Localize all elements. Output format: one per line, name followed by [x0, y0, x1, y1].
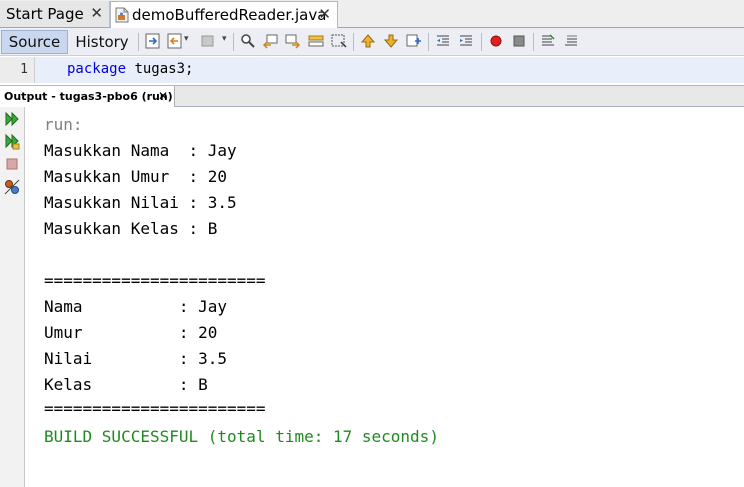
toolbar-divider	[428, 33, 429, 51]
tab-output[interactable]: Output - tugas3-pbo6 (run) ✕	[0, 86, 175, 107]
output-line: =======================	[44, 271, 266, 290]
output-line: Masukkan Kelas : B	[44, 219, 218, 238]
forward-dropdown-icon[interactable]: ▾	[222, 34, 227, 44]
rectangular-selection-icon[interactable]	[331, 33, 347, 49]
rerun-icon[interactable]	[3, 110, 21, 128]
tab-start-page-label: Start Page	[6, 5, 84, 23]
toolbar-divider	[138, 33, 139, 51]
output-sidebar	[0, 107, 25, 487]
uncomment-icon[interactable]	[563, 33, 579, 49]
java-file-icon	[115, 7, 129, 23]
package-keyword: package	[67, 61, 127, 77]
source-button[interactable]: Source	[1, 30, 68, 54]
toolbar-divider	[533, 33, 534, 51]
output-tab-label: Output - tugas3-pbo6 (run)	[4, 90, 173, 103]
find-previous-icon[interactable]	[262, 33, 278, 49]
output-line: Masukkan Umur : 20	[44, 167, 228, 186]
last-edit-icon[interactable]	[145, 33, 161, 49]
output-line: =======================	[44, 399, 266, 418]
package-name: tugas3;	[126, 61, 194, 77]
output-line: Kelas : B	[44, 375, 208, 394]
history-button[interactable]: History	[70, 30, 134, 54]
output-line: Nama : Jay	[44, 297, 228, 316]
build-status-line: BUILD SUCCESSFUL (total time: 17 seconds…	[44, 427, 439, 446]
close-icon[interactable]: ✕	[158, 89, 168, 103]
editor-tab-bar: Start Page ✕ demoBufferedReader.java ✕	[0, 0, 744, 28]
comment-icon[interactable]	[540, 33, 556, 49]
next-bookmark-icon[interactable]	[383, 33, 399, 49]
find-next-icon[interactable]	[285, 33, 301, 49]
toolbar-divider	[481, 33, 482, 51]
line-number-gutter: 1	[0, 57, 35, 83]
current-line[interactable]: package tugas3;	[35, 57, 744, 83]
back-dropdown-icon[interactable]: ▾	[184, 34, 189, 44]
close-icon[interactable]: ✕	[318, 5, 331, 23]
shift-left-icon[interactable]	[435, 33, 451, 49]
code-editor[interactable]: 1 package tugas3;	[0, 57, 744, 83]
line-number: 1	[20, 62, 28, 77]
find-icon[interactable]	[240, 33, 256, 49]
output-tab-bar: Output - tugas3-pbo6 (run) ✕	[0, 85, 744, 107]
output-line: Masukkan Nilai : 3.5	[44, 193, 237, 212]
toggle-highlight-icon[interactable]	[308, 33, 324, 49]
shift-right-icon[interactable]	[458, 33, 474, 49]
start-macro-recording-icon[interactable]	[488, 33, 504, 49]
toolbar-divider	[233, 33, 234, 51]
back-icon[interactable]	[167, 33, 183, 49]
output-line: Masukkan Nama : Jay	[44, 141, 237, 160]
output-line: Umur : 20	[44, 323, 218, 342]
close-icon[interactable]: ✕	[90, 4, 103, 22]
code-text: package tugas3;	[67, 61, 193, 77]
toolbar-divider	[353, 33, 354, 51]
settings-icon[interactable]	[3, 178, 21, 196]
stop-icon[interactable]	[3, 155, 21, 173]
previous-bookmark-icon[interactable]	[360, 33, 376, 49]
tab-demo-buffered-reader[interactable]: demoBufferedReader.java ✕	[110, 1, 338, 28]
forward-icon[interactable]	[200, 33, 216, 49]
rerun-with-params-icon[interactable]	[3, 132, 21, 150]
toggle-bookmark-icon[interactable]	[406, 33, 422, 49]
tab-demo-buffered-reader-label: demoBufferedReader.java	[132, 6, 327, 24]
output-line: run:	[44, 115, 83, 134]
output-console[interactable]: run: Masukkan Nama : Jay Masukkan Umur :…	[25, 107, 744, 487]
stop-macro-recording-icon[interactable]	[511, 33, 527, 49]
output-line: Nilai : 3.5	[44, 349, 228, 368]
tab-start-page[interactable]: Start Page ✕	[0, 1, 110, 27]
editor-toolbar: Source History ▾ ▾	[0, 28, 744, 56]
